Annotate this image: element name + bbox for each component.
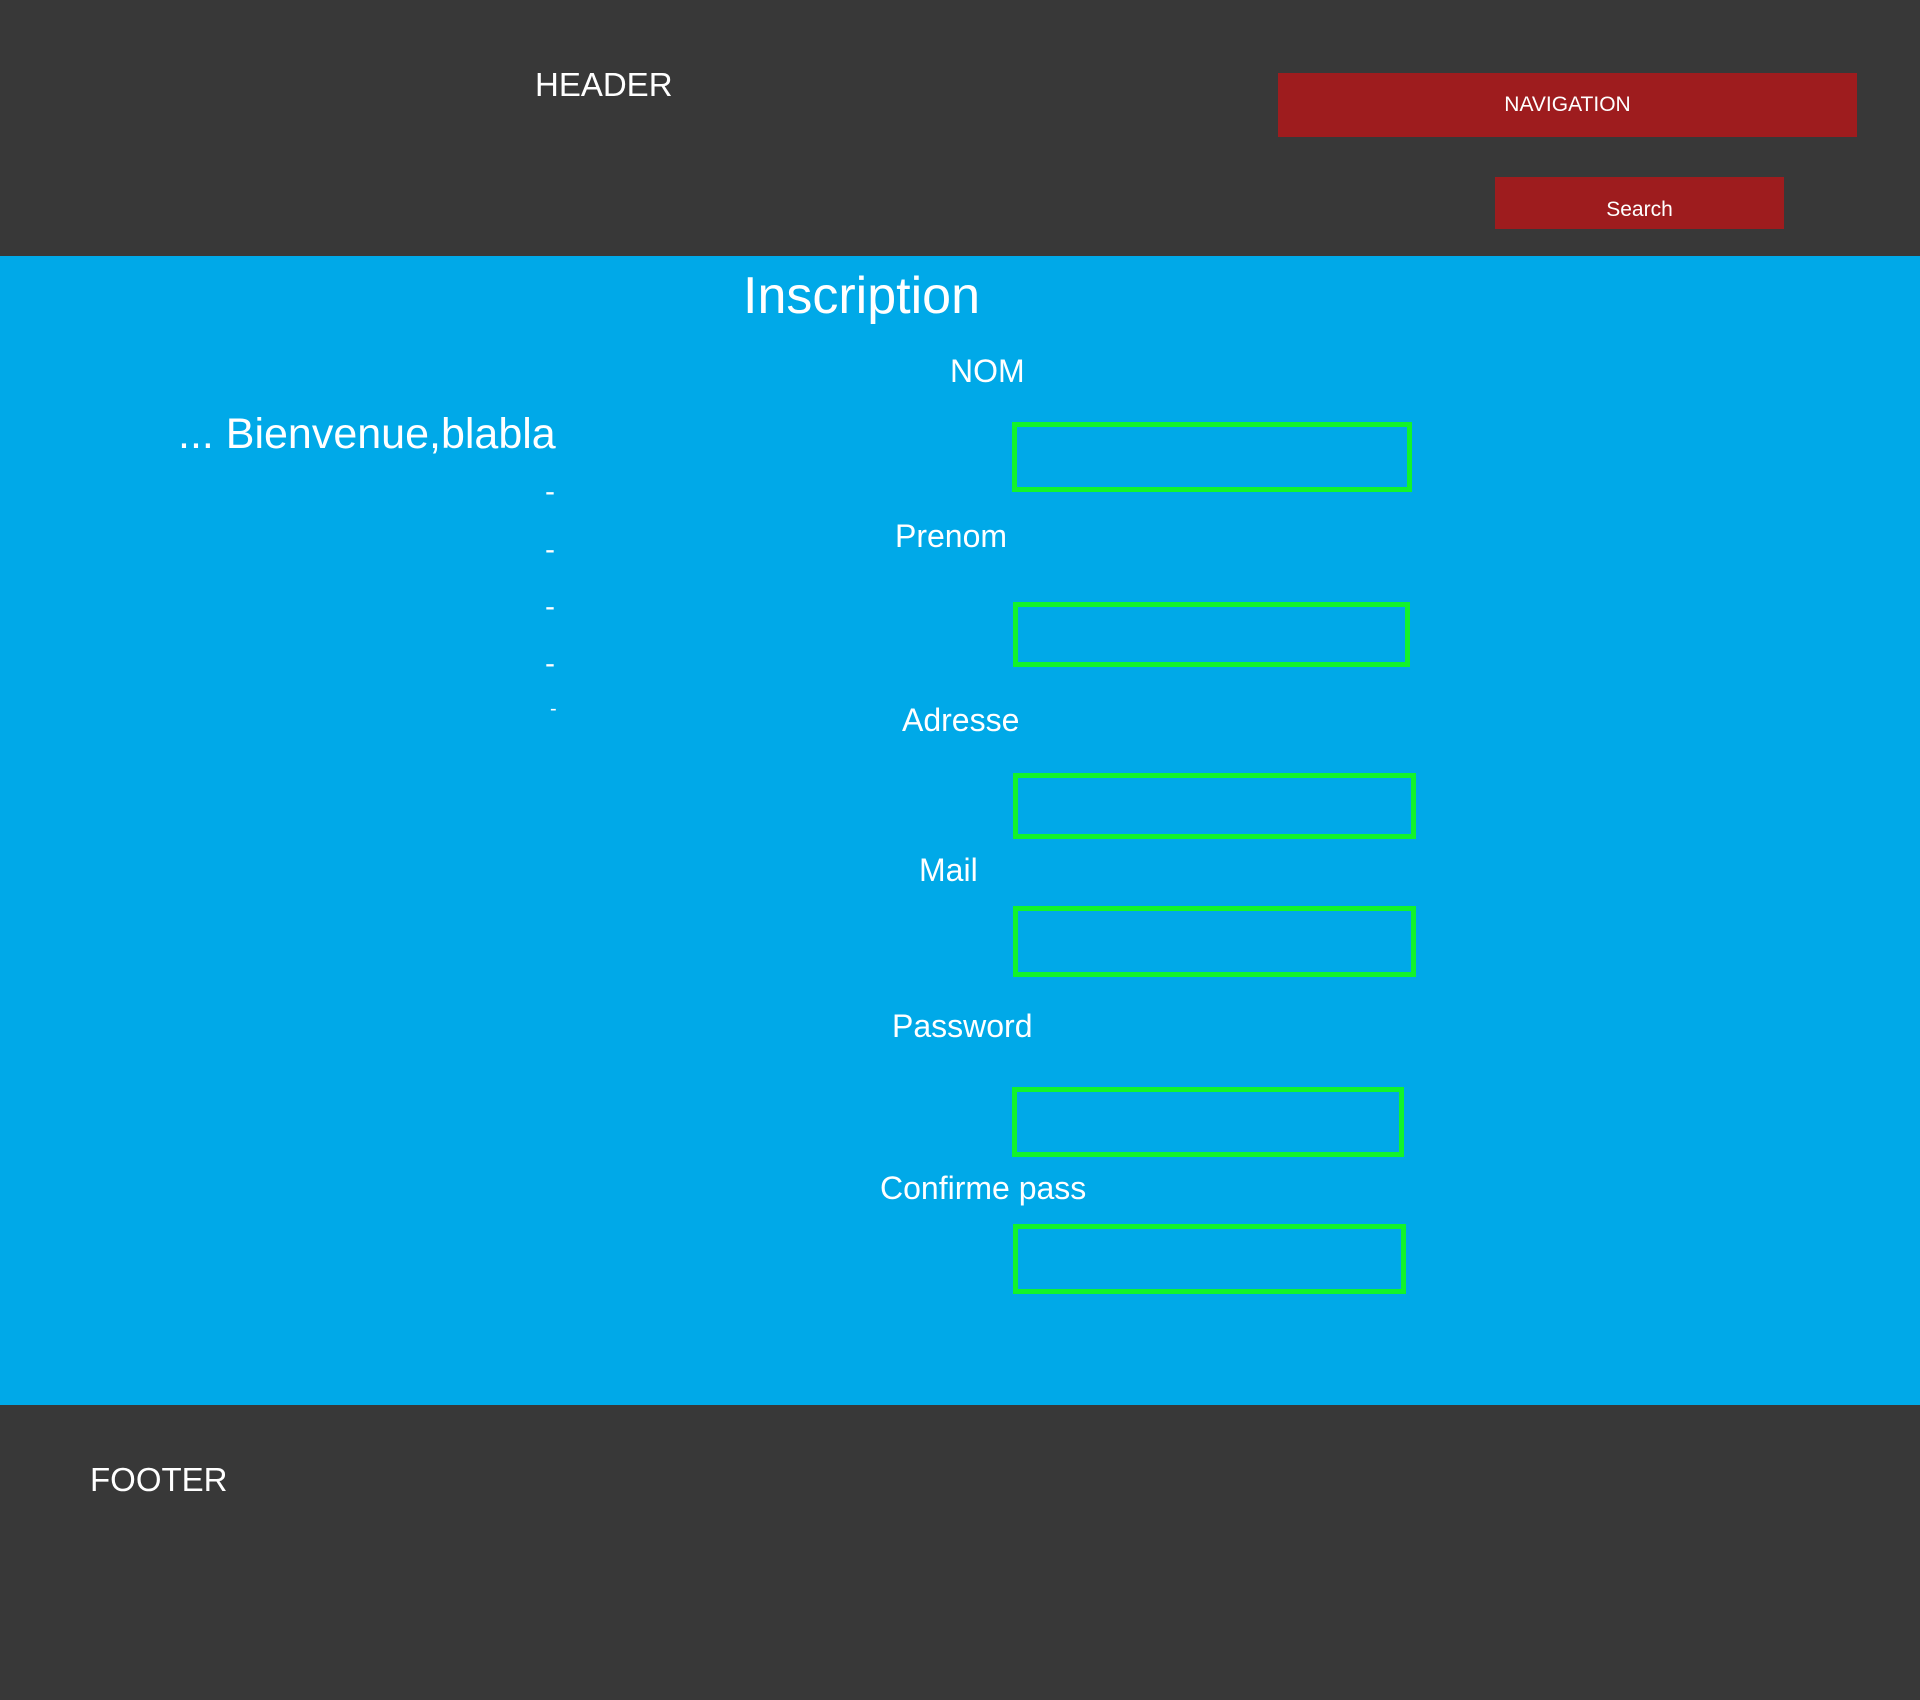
adresse-input[interactable] <box>1013 773 1416 839</box>
bullet-item: - <box>550 698 557 720</box>
page-footer <box>0 1405 1920 1700</box>
page-header: HEADER NAVIGATION Search <box>0 0 1920 256</box>
welcome-text: ... Bienvenue,blabla <box>178 410 556 458</box>
mail-input[interactable] <box>1013 906 1416 977</box>
confirm-password-input[interactable] <box>1013 1224 1406 1294</box>
prenom-input[interactable] <box>1013 602 1410 667</box>
header-title: HEADER <box>535 66 673 103</box>
bullet-item: - <box>545 647 555 680</box>
bullet-item: - <box>545 590 555 623</box>
prenom-label: Prenom <box>895 518 1008 554</box>
nom-label: NOM <box>950 353 1025 389</box>
navigation-button[interactable]: NAVIGATION <box>1278 73 1857 137</box>
page-title: Inscription <box>743 267 980 325</box>
mail-label: Mail <box>919 852 978 888</box>
password-label: Password <box>892 1008 1033 1044</box>
bullet-item: - <box>545 475 555 508</box>
footer-title: FOOTER <box>90 1461 228 1498</box>
adresse-label: Adresse <box>902 702 1020 738</box>
nom-input[interactable] <box>1012 422 1412 492</box>
confirm-password-label: Confirme pass <box>880 1170 1087 1206</box>
search-button[interactable]: Search <box>1495 177 1784 229</box>
password-input[interactable] <box>1012 1087 1404 1157</box>
bullet-item: - <box>545 533 555 566</box>
